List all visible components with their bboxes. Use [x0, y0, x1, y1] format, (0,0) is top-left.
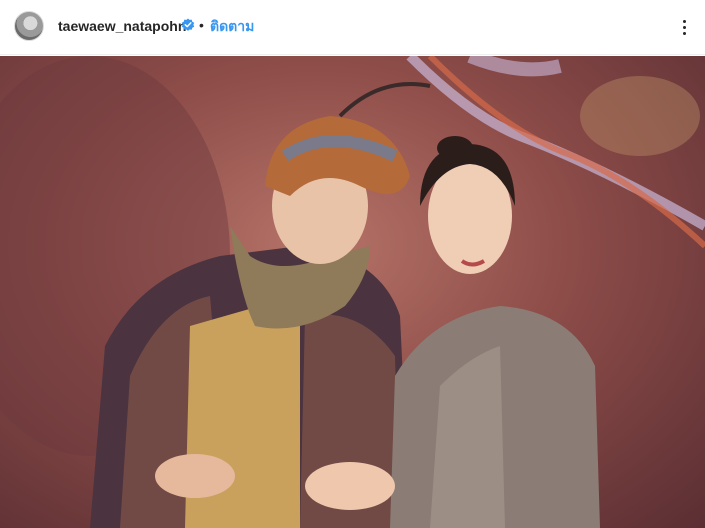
more-options-icon[interactable]: [673, 15, 697, 39]
profile-avatar[interactable]: [14, 11, 44, 41]
post-photo[interactable]: [0, 56, 705, 528]
username-link[interactable]: taewaew_natapohn: [58, 17, 186, 35]
verified-badge-icon: [181, 18, 195, 31]
photo-illustration: [0, 56, 705, 528]
separator-dot: •: [199, 17, 204, 33]
follow-button[interactable]: ติดตาม: [210, 17, 254, 35]
post-header: taewaew_natapohn • ติดตาม: [0, 0, 705, 55]
